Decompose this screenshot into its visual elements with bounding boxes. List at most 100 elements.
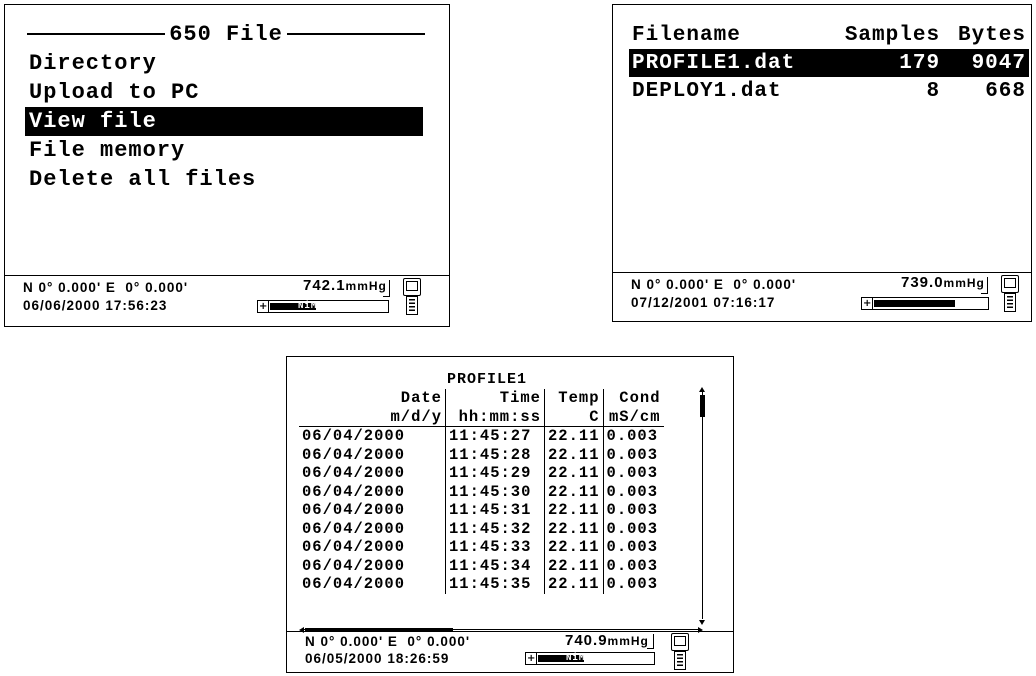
cell-temp: 22.11 bbox=[544, 519, 604, 538]
vertical-scroll-thumb[interactable] bbox=[699, 395, 705, 417]
title-rule-left bbox=[27, 33, 166, 35]
column-header-date: Date bbox=[400, 389, 442, 408]
table-row: 06/04/2000 11:45:29 22.11 0.003 bbox=[299, 464, 664, 483]
cell-cond: 0.003 bbox=[602, 426, 664, 446]
file-directory-table: Filename Samples Bytes PROFILE1.dat 179 … bbox=[629, 21, 1029, 105]
battery-icon: + bbox=[259, 301, 269, 312]
menu-item-file-memory[interactable]: File memory bbox=[25, 136, 423, 165]
cell-time: 11:45:30 bbox=[445, 482, 545, 501]
cell-temp: 22.11 bbox=[544, 538, 604, 557]
pressure-unit: mmHg bbox=[607, 634, 649, 648]
cell-time: 11:45:35 bbox=[445, 575, 545, 594]
vertical-scrollbar[interactable] bbox=[699, 387, 705, 625]
battery-level-bar bbox=[874, 300, 955, 307]
cell-cond: 0.003 bbox=[602, 556, 664, 575]
column-header-bytes: Bytes bbox=[957, 23, 1026, 47]
status-bar: N 0° 0.000' E 0° 0.000' 06/05/2000 18:26… bbox=[287, 631, 733, 672]
pressure-bracket bbox=[383, 280, 390, 297]
status-bar: N 0° 0.000' E 0° 0.000' 07/12/2001 07:16… bbox=[613, 272, 1031, 321]
column-unit-date: m/d/y bbox=[299, 407, 446, 427]
cell-temp: 22.11 bbox=[544, 575, 604, 594]
menu-item-delete-all-files[interactable]: Delete all files bbox=[25, 165, 423, 194]
cell-date: 06/04/2000 bbox=[302, 556, 406, 575]
menu-item-directory[interactable]: Directory bbox=[25, 49, 423, 78]
barometer-reading: 742.1mmHg bbox=[303, 277, 387, 294]
title-rule-right bbox=[286, 33, 425, 35]
column-header-cond: Cond bbox=[602, 389, 664, 408]
barometer-reading: 740.9mmHg bbox=[565, 632, 649, 649]
file-row[interactable]: DEPLOY1.dat 8 668 bbox=[629, 77, 1029, 105]
directory-screen: Filename Samples Bytes PROFILE1.dat 179 … bbox=[612, 4, 1032, 322]
cell-temp: 22.11 bbox=[544, 556, 604, 575]
file-menu-screen: 650 File Directory Upload to PC View fil… bbox=[4, 4, 450, 327]
pressure-bracket bbox=[981, 277, 988, 294]
menu-item-view-file[interactable]: View file bbox=[25, 107, 423, 136]
file-samples: 8 bbox=[926, 79, 941, 103]
column-unit-time: hh:mm:ss bbox=[445, 407, 545, 427]
file-bytes: 9047 bbox=[943, 49, 1029, 77]
table-row: 06/04/2000 11:45:33 22.11 0.003 bbox=[299, 538, 664, 557]
cell-date: 06/04/2000 bbox=[302, 538, 406, 557]
table-row: 06/04/2000 11:45:27 22.11 0.003 bbox=[299, 426, 664, 446]
cell-cond: 0.003 bbox=[602, 482, 664, 501]
cell-time: 11:45:32 bbox=[445, 519, 545, 538]
date-time: 07/12/2001 07:16:17 bbox=[631, 295, 776, 310]
table-row: 06/04/2000 11:45:32 22.11 0.003 bbox=[299, 519, 664, 538]
column-header-time: Time bbox=[445, 389, 545, 408]
cell-temp: 22.11 bbox=[544, 482, 604, 501]
battery-indicator: + bbox=[861, 297, 989, 310]
handheld-device-icon bbox=[671, 633, 689, 670]
file-row[interactable]: PROFILE1.dat 179 9047 bbox=[629, 49, 1029, 77]
gps-position: N 0° 0.000' E 0° 0.000' bbox=[23, 280, 189, 295]
cell-date: 06/04/2000 bbox=[302, 464, 406, 483]
pressure-bracket bbox=[647, 634, 654, 649]
table-row: 06/04/2000 11:45:30 22.11 0.003 bbox=[299, 482, 664, 501]
table-row: 06/04/2000 11:45:34 22.11 0.003 bbox=[299, 556, 664, 575]
pressure-unit: mmHg bbox=[345, 279, 387, 293]
handheld-device-icon bbox=[1001, 275, 1019, 312]
cell-cond: 0.003 bbox=[602, 519, 664, 538]
barometer-reading: 739.0mmHg bbox=[901, 274, 985, 291]
table-header-names: Date Time Temp Cond bbox=[299, 389, 664, 408]
cell-time: 11:45:28 bbox=[445, 445, 545, 464]
cell-date: 06/04/2000 bbox=[302, 575, 406, 594]
file-name: PROFILE1.dat bbox=[629, 49, 826, 77]
column-header-filename: Filename bbox=[632, 23, 741, 47]
scroll-down-arrow-icon[interactable] bbox=[699, 620, 705, 625]
gps-position: N 0° 0.000' E 0° 0.000' bbox=[305, 634, 471, 649]
table-header-units: m/d/y hh:mm:ss C mS/cm bbox=[299, 407, 664, 427]
cell-time: 11:45:29 bbox=[445, 464, 545, 483]
table-row: 06/04/2000 11:45:31 22.11 0.003 bbox=[299, 501, 664, 520]
file-menu-list: Directory Upload to PC View file File me… bbox=[25, 49, 423, 194]
cell-date: 06/04/2000 bbox=[302, 501, 406, 520]
pressure-unit: mmHg bbox=[943, 276, 985, 290]
cell-cond: 0.003 bbox=[602, 501, 664, 520]
cell-temp: 22.11 bbox=[544, 426, 604, 446]
column-unit-cond: mS/cm bbox=[602, 407, 664, 427]
battery-indicator: + NiMH bbox=[257, 300, 389, 313]
battery-icon: + bbox=[527, 653, 537, 664]
cell-date: 06/04/2000 bbox=[302, 445, 406, 464]
column-unit-temp: C bbox=[544, 407, 604, 427]
pressure-value: 739.0 bbox=[901, 274, 944, 291]
cell-temp: 22.11 bbox=[544, 464, 604, 483]
file-view-title: PROFILE1 bbox=[446, 371, 527, 388]
status-bar: N 0° 0.000' E 0° 0.000' 06/06/2000 17:56… bbox=[5, 275, 449, 326]
battery-indicator: + NiMH bbox=[525, 652, 655, 665]
pressure-value: 742.1 bbox=[303, 277, 346, 294]
file-bytes: 668 bbox=[985, 79, 1026, 103]
cell-temp: 22.11 bbox=[544, 445, 604, 464]
cell-cond: 0.003 bbox=[602, 575, 664, 594]
cell-date: 06/04/2000 bbox=[302, 519, 406, 538]
battery-type: NiMH bbox=[566, 653, 592, 663]
cell-cond: 0.003 bbox=[602, 538, 664, 557]
menu-title: 650 File bbox=[169, 21, 283, 47]
column-header-samples: Samples bbox=[844, 23, 941, 47]
date-time: 06/05/2000 18:26:59 bbox=[305, 651, 450, 666]
directory-header-row: Filename Samples Bytes bbox=[629, 21, 1029, 49]
cell-time: 11:45:31 bbox=[445, 501, 545, 520]
menu-item-upload-to-pc[interactable]: Upload to PC bbox=[25, 78, 423, 107]
handheld-device-icon bbox=[403, 278, 421, 315]
battery-icon: + bbox=[863, 298, 873, 309]
table-row: 06/04/2000 11:45:28 22.11 0.003 bbox=[299, 445, 664, 464]
